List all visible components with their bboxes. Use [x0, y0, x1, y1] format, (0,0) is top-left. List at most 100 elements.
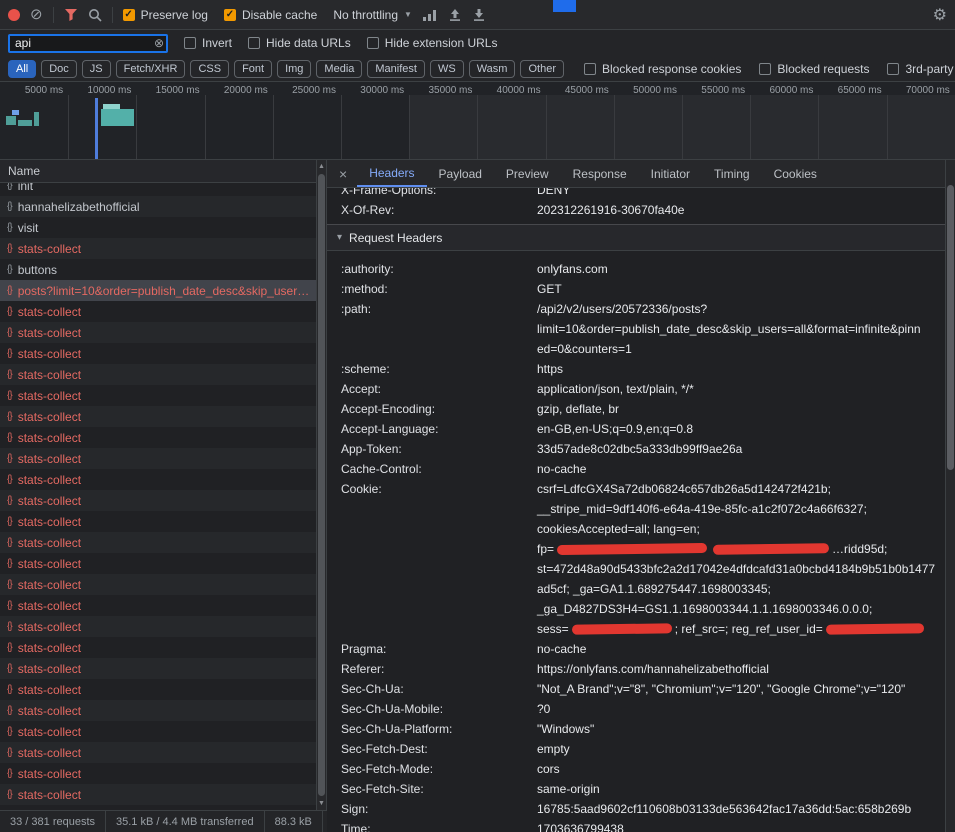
timeline-label: 70000 ms: [898, 85, 950, 96]
type-filter-all[interactable]: All: [8, 60, 36, 78]
request-name: stats-collect: [18, 473, 81, 487]
type-filter-other[interactable]: Other: [520, 60, 564, 78]
request-row[interactable]: {}stats-collect: [0, 448, 316, 469]
request-row[interactable]: {}stats-collect: [0, 406, 316, 427]
header-value-line: 16785:5aad9602cf110608b03133de563642fac1…: [537, 799, 911, 819]
tab-preview[interactable]: Preview: [494, 160, 561, 187]
request-row[interactable]: {}stats-collect: [0, 574, 316, 595]
request-row[interactable]: {}stats-collect: [0, 742, 316, 763]
tab-initiator[interactable]: Initiator: [639, 160, 702, 187]
request-row-selected[interactable]: {}posts?limit=10&order=publish_date_desc…: [0, 280, 316, 301]
request-row[interactable]: {}stats-collect: [0, 553, 316, 574]
type-filter-css[interactable]: CSS: [190, 60, 229, 78]
details-tab-bar: × HeadersPayloadPreviewResponseInitiator…: [327, 160, 955, 188]
request-row[interactable]: {}stats-collect: [0, 700, 316, 721]
type-filter-media[interactable]: Media: [316, 60, 362, 78]
request-row[interactable]: {}visit: [0, 217, 316, 238]
tab-payload[interactable]: Payload: [427, 160, 494, 187]
type-filter-img[interactable]: Img: [277, 60, 311, 78]
timeline-label: 25000 ms: [284, 85, 336, 96]
request-row[interactable]: {}stats-collect: [0, 784, 316, 805]
unchecked-checkbox-icon: [887, 63, 899, 75]
request-row[interactable]: {}buttons: [0, 259, 316, 280]
checkbox-disable-cache[interactable]: Disable cache: [224, 8, 317, 22]
type-filter-doc[interactable]: Doc: [41, 60, 77, 78]
scroll-up-icon[interactable]: ▲: [318, 160, 325, 173]
request-row[interactable]: {}stats-collect: [0, 490, 316, 511]
name-column-header[interactable]: Name: [0, 160, 316, 183]
type-filter-manifest[interactable]: Manifest: [367, 60, 425, 78]
redaction-scribble: [713, 543, 829, 555]
request-row[interactable]: {}stats-collect: [0, 511, 316, 532]
header-name: Accept-Language:: [341, 419, 537, 439]
timeline-activity-bar: [95, 98, 98, 160]
request-row[interactable]: {}hannahelizabethofficial: [0, 196, 316, 217]
timeline-overview[interactable]: 5000 ms10000 ms15000 ms20000 ms25000 ms3…: [0, 82, 955, 160]
request-row[interactable]: {}stats-collect: [0, 364, 316, 385]
checkbox-preserve-log[interactable]: Preserve log: [123, 8, 208, 22]
checkbox-blocked-requests[interactable]: Blocked requests: [759, 62, 869, 76]
request-row[interactable]: {}stats-collect: [0, 658, 316, 679]
network-conditions-icon[interactable]: [422, 9, 438, 21]
header-value-text: ; ref_src=; reg_ref_user_id=: [675, 622, 823, 636]
checkbox-invert[interactable]: Invert: [184, 36, 232, 50]
redaction-scribble: [826, 623, 924, 634]
scrollbar-thumb[interactable]: [318, 174, 325, 796]
network-filter-input[interactable]: [8, 34, 168, 53]
request-row[interactable]: {}stats-collect: [0, 385, 316, 406]
tab-timing[interactable]: Timing: [702, 160, 762, 187]
request-row[interactable]: {}stats-collect: [0, 238, 316, 259]
type-filter-wasm[interactable]: Wasm: [469, 60, 516, 78]
checkbox-3rd-party-requests[interactable]: 3rd-party requests: [887, 62, 955, 76]
checkbox-blocked-response-cookies[interactable]: Blocked response cookies: [584, 62, 741, 76]
search-icon[interactable]: [88, 8, 102, 22]
checkbox-hide-extension-urls[interactable]: Hide extension URLs: [367, 36, 498, 50]
type-filter-fetch-xhr[interactable]: Fetch/XHR: [116, 60, 186, 78]
network-summary-bar: 33 / 381 requests35.1 kB / 4.4 MB transf…: [0, 810, 327, 832]
header-value-line: ed=0&counters=1: [537, 339, 921, 359]
request-row[interactable]: {}stats-collect: [0, 637, 316, 658]
header-value: ?0: [537, 699, 550, 719]
request-row[interactable]: {}stats-collect: [0, 532, 316, 553]
tab-cookies[interactable]: Cookies: [762, 160, 829, 187]
tab-response[interactable]: Response: [561, 160, 639, 187]
requests-scrollbar[interactable]: ▲ ▼: [316, 160, 327, 810]
tab-headers[interactable]: Headers: [357, 160, 426, 187]
checkbox-hide-data-urls[interactable]: Hide data URLs: [248, 36, 351, 50]
export-har-icon[interactable]: [472, 8, 486, 22]
close-details-icon[interactable]: ×: [335, 166, 357, 182]
throttling-dropdown[interactable]: No throttling ▼: [333, 8, 412, 22]
request-row[interactable]: {}stats-collect: [0, 616, 316, 637]
request-row[interactable]: {}stats-collect: [0, 427, 316, 448]
type-filter-ws[interactable]: WS: [430, 60, 464, 78]
request-list-panel: Name {}init{}hannahelizabethofficial{}vi…: [0, 160, 327, 832]
type-filter-js[interactable]: JS: [82, 60, 111, 78]
header-name: Sign:: [341, 799, 537, 819]
request-row[interactable]: {}stats-collect: [0, 301, 316, 322]
request-row[interactable]: {}stats-collect: [0, 322, 316, 343]
request-row[interactable]: {}init: [0, 183, 316, 196]
request-headers-section-header[interactable]: ▾Request Headers: [327, 225, 945, 251]
header-row: Sec-Ch-Ua:"Not_A Brand";v="8", "Chromium…: [341, 679, 945, 699]
request-row[interactable]: {}stats-collect: [0, 595, 316, 616]
filter-icon[interactable]: [64, 8, 78, 21]
request-row[interactable]: {}stats-collect: [0, 721, 316, 742]
header-value: "Windows": [537, 719, 594, 739]
scrollbar-thumb[interactable]: [947, 185, 954, 470]
request-row[interactable]: {}stats-collect: [0, 343, 316, 364]
request-row[interactable]: {}stats-collect: [0, 469, 316, 490]
gear-icon[interactable]: ⚙: [933, 5, 947, 25]
request-name: visit: [18, 221, 39, 235]
record-network-log-button[interactable]: [8, 9, 20, 21]
scroll-down-icon[interactable]: ▼: [318, 797, 325, 810]
details-scrollbar[interactable]: [945, 160, 955, 832]
clear-network-log-icon[interactable]: ⊘: [30, 7, 43, 22]
request-row[interactable]: {}stats-collect: [0, 763, 316, 784]
request-row[interactable]: {}stats-collect: [0, 679, 316, 700]
timeline-label: 40000 ms: [489, 85, 541, 96]
header-name: Pragma:: [341, 639, 537, 659]
clear-filter-icon[interactable]: ⊗: [154, 37, 164, 49]
import-har-icon[interactable]: [448, 8, 462, 22]
script-file-icon: {}: [7, 453, 12, 464]
type-filter-font[interactable]: Font: [234, 60, 272, 78]
